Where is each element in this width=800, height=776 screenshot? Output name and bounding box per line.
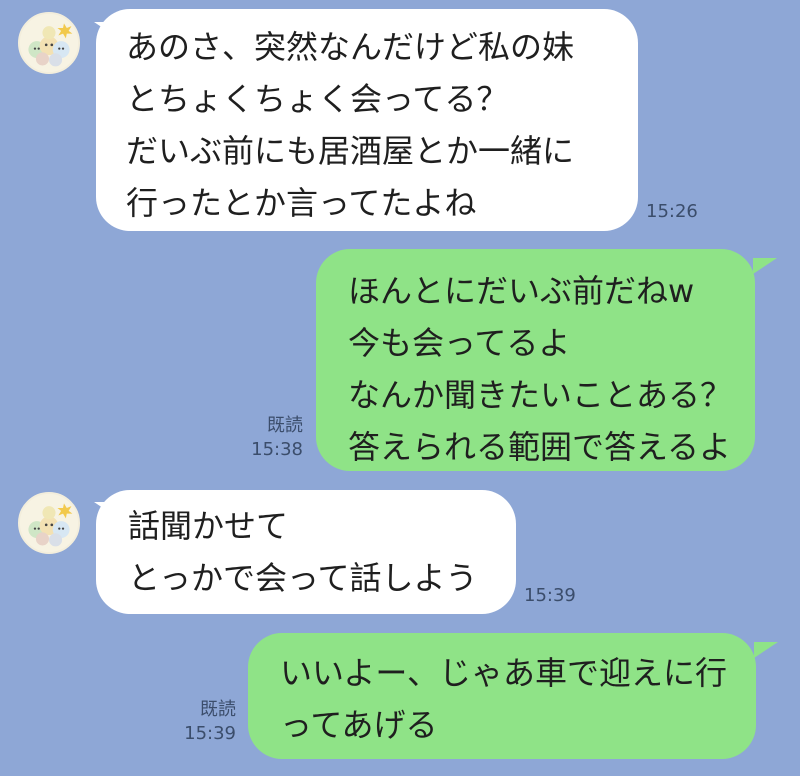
avatar[interactable] <box>18 492 80 554</box>
message-bubble-incoming[interactable]: あのさ、突然なんだけど私の妹 とちょくちょく会ってる？ だいぶ前にも居酒屋とか一… <box>96 9 638 231</box>
message-text-line: 今も会ってるよ <box>348 324 571 362</box>
bubble-tail <box>753 258 777 274</box>
message-bubble-outgoing[interactable]: いいよー、じゃあ車で迎えに行 ってあげる <box>248 633 756 759</box>
read-receipt: 既読 <box>200 699 236 720</box>
read-receipt: 既読 <box>267 415 303 436</box>
message-meta: 既読 15:38 <box>248 414 303 462</box>
message-text-line: とちょくちょく会ってる？ <box>126 80 509 118</box>
message-text-line: だいぶ前にも居酒屋とか一緒に <box>126 132 575 170</box>
message-text-line: 行ったとか言ってたよね <box>126 184 477 222</box>
message-text-line: いいよー、じゃあ車で迎えに行 <box>280 654 728 692</box>
message-text-line: なんか聞きたいことある？ <box>348 376 733 414</box>
message-text-line: ってあげる <box>280 706 438 744</box>
message-bubble-outgoing[interactable]: ほんとにだいぶ前だねw 今も会ってるよ なんか聞きたいことある？ 答えられる範囲… <box>316 249 755 471</box>
message-bubble-incoming[interactable]: 話聞かせて とっかで会って話しよう <box>96 490 516 614</box>
avatar[interactable] <box>18 12 80 74</box>
message-meta: 15:39 <box>524 584 576 608</box>
message-time: 15:39 <box>524 585 576 606</box>
friend-avatar-icon <box>20 494 78 552</box>
message-time: 15:26 <box>646 201 698 222</box>
message-meta: 15:26 <box>646 200 698 224</box>
message-text-line: ほんとにだいぶ前だねw <box>348 272 695 310</box>
message-text-line: とっかで会って話しよう <box>128 559 478 597</box>
bubble-tail <box>754 642 778 658</box>
message-meta: 既読 15:39 <box>180 698 236 746</box>
message-text-line: 話聞かせて <box>128 507 289 545</box>
message-time: 15:39 <box>184 723 236 744</box>
friend-avatar-icon <box>20 14 78 72</box>
message-text-line: あのさ、突然なんだけど私の妹 <box>126 28 575 66</box>
chat-thread: あのさ、突然なんだけど私の妹 とちょくちょく会ってる？ だいぶ前にも居酒屋とか一… <box>0 0 800 776</box>
message-text-line: 答えられる範囲で答えるよ <box>348 428 732 466</box>
message-time: 15:38 <box>251 439 303 460</box>
